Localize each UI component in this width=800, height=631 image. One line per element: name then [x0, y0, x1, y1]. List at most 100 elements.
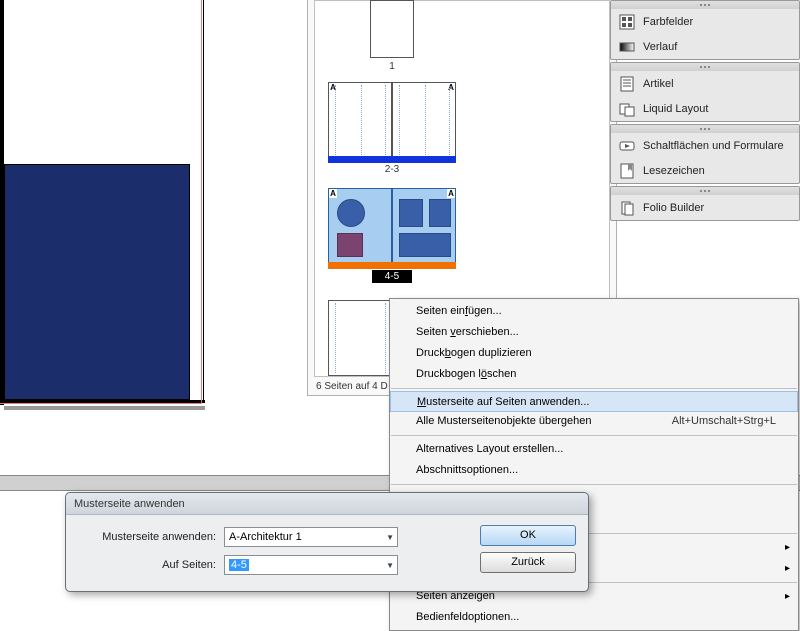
menu-musterseite-anwenden[interactable]: Musterseite auf Seiten anwenden...	[390, 391, 798, 412]
form-row-musterseite: Musterseite anwenden: A-Architektur 1 ▼	[78, 525, 466, 549]
dropdown-arrow-icon: ▼	[386, 561, 394, 570]
panel-group-color: Farbfelder Verlauf	[610, 0, 800, 60]
menu-druckbogen-loeschen[interactable]: Druckbogen löschen	[390, 364, 798, 385]
panel-lesezeichen[interactable]: Lesezeichen	[611, 158, 799, 183]
panel-label: Artikel	[643, 78, 674, 90]
column-guide	[425, 85, 426, 155]
menu-bedienfeldoptionen[interactable]: Bedienfeldoptionen...	[390, 607, 798, 628]
dialog-form: Musterseite anwenden: A-Architektur 1 ▼ …	[78, 525, 466, 581]
bleed-guide-right	[201, 0, 202, 403]
panel-farbfelder[interactable]: Farbfelder	[611, 9, 799, 34]
document-canvas	[0, 0, 205, 420]
column-guide	[335, 303, 336, 373]
page-thumb-3[interactable]: A	[392, 82, 456, 158]
gradient-icon	[619, 39, 635, 55]
panel-schaltflaechen[interactable]: Schaltflächen und Formulare	[611, 133, 799, 158]
menu-label: Musterseite auf Seiten anwenden...	[417, 396, 589, 408]
ok-button[interactable]: OK	[480, 525, 576, 546]
combo-aufseiten[interactable]: 4-5 ▼	[224, 555, 398, 575]
menu-druckbogen-duplizieren[interactable]: Druckbogen duplizieren	[390, 343, 798, 364]
label-musterseite: Musterseite anwenden:	[78, 531, 224, 543]
buttons-forms-icon	[619, 138, 635, 154]
panel-dock: Farbfelder Verlauf Artikel Liquid Layout…	[610, 0, 800, 223]
page-thumb-5[interactable]: A	[392, 188, 456, 264]
menu-label: Seiten verschieben...	[416, 326, 519, 338]
menu-separator	[391, 484, 797, 485]
panel-liquid-layout[interactable]: Liquid Layout	[611, 96, 799, 121]
panel-verlauf[interactable]: Verlauf	[611, 34, 799, 59]
panel-group-interactive: Schaltflächen und Formulare Lesezeichen	[610, 124, 800, 184]
column-guide	[385, 85, 386, 155]
page-edge-right	[203, 0, 204, 403]
spread-color-label	[328, 156, 456, 163]
dialog-title[interactable]: Musterseite anwenden	[66, 493, 588, 515]
menu-seiten-verschieben[interactable]: Seiten verschieben...	[390, 322, 798, 343]
column-guide	[385, 303, 386, 373]
spread-thumb-4-5[interactable]: A A	[328, 188, 456, 268]
menu-alternatives-layout[interactable]: Alternatives Layout erstellen...	[390, 439, 798, 460]
panel-group-layout: Artikel Liquid Layout	[610, 62, 800, 122]
page-content-block	[4, 164, 190, 400]
column-guide	[449, 85, 450, 155]
content-rect-icon	[399, 199, 423, 227]
menu-label: Druckbogen duplizieren	[416, 347, 532, 359]
master-badge: A	[329, 189, 337, 198]
master-badge: A	[447, 189, 455, 198]
panel-artikel[interactable]: Artikel	[611, 71, 799, 96]
menu-abschnittsoptionen[interactable]: Abschnittsoptionen...	[390, 460, 798, 481]
dropdown-arrow-icon: ▼	[386, 533, 394, 542]
menu-separator	[391, 435, 797, 436]
menu-shortcut: Alt+Umschalt+Strg+L	[672, 411, 776, 432]
page-thumb-6l[interactable]	[328, 300, 392, 376]
menu-alle-uebergehen[interactable]: Alle Musterseitenobjekte übergehen Alt+Um…	[390, 411, 798, 432]
cancel-button[interactable]: Zurück	[480, 552, 576, 573]
dialog-body: Musterseite anwenden: A-Architektur 1 ▼ …	[66, 515, 588, 591]
menu-label: Bedienfeldoptionen...	[416, 611, 519, 623]
label-aufseiten: Auf Seiten:	[78, 559, 224, 571]
apply-master-dialog: Musterseite anwenden Musterseite anwende…	[65, 492, 589, 592]
folio-builder-icon	[619, 200, 635, 216]
panel-label: Verlauf	[643, 41, 677, 53]
page-thumb-4[interactable]: A	[328, 188, 392, 264]
panel-grip[interactable]	[611, 63, 799, 71]
article-icon	[619, 76, 635, 92]
page-label-2-3: 2-3	[328, 164, 456, 175]
menu-separator	[391, 388, 797, 389]
menu-label: Abschnittsoptionen...	[416, 464, 518, 476]
panel-label: Lesezeichen	[643, 165, 705, 177]
page-thumb-1[interactable]	[370, 0, 414, 58]
liquid-layout-icon	[619, 101, 635, 117]
page-shadow	[4, 406, 205, 410]
panel-label: Farbfelder	[643, 16, 693, 28]
panel-grip[interactable]	[611, 1, 799, 9]
content-rect-icon	[399, 233, 451, 257]
page-thumb-2[interactable]: A	[328, 82, 392, 158]
combo-value: A-Architektur 1	[229, 531, 302, 543]
form-row-aufseiten: Auf Seiten: 4-5 ▼	[78, 553, 466, 577]
spread-thumb-2-3[interactable]: A A	[328, 82, 456, 162]
pages-panel-status: 6 Seiten auf 4 D	[316, 381, 388, 392]
menu-seiten-einfuegen[interactable]: Seiten einfügen...	[390, 301, 798, 322]
combo-value: 4-5	[229, 559, 249, 571]
combo-musterseite[interactable]: A-Architektur 1 ▼	[224, 527, 398, 547]
column-guide	[335, 85, 336, 155]
panel-label: Folio Builder	[643, 202, 704, 214]
menu-label: Seiten einfügen...	[416, 305, 502, 317]
panel-folio-builder[interactable]: Folio Builder	[611, 195, 799, 220]
menu-label: Alle Musterseitenobjekte übergehen	[416, 415, 592, 427]
panel-grip[interactable]	[611, 187, 799, 195]
panel-grip[interactable]	[611, 125, 799, 133]
panel-group-folio: Folio Builder	[610, 186, 800, 221]
column-guide	[361, 85, 362, 155]
bookmarks-icon	[619, 163, 635, 179]
panel-label: Liquid Layout	[643, 103, 708, 115]
content-rect-icon	[429, 199, 451, 227]
swatches-icon	[619, 14, 635, 30]
menu-label: Alternatives Layout erstellen...	[416, 443, 563, 455]
content-circle-icon	[337, 199, 365, 227]
content-square-icon	[337, 233, 363, 257]
spread-color-label	[328, 262, 456, 269]
menu-label: Druckbogen löschen	[416, 368, 516, 380]
page-label-1: 1	[370, 61, 414, 72]
page-label-4-5: 4-5	[372, 270, 412, 283]
